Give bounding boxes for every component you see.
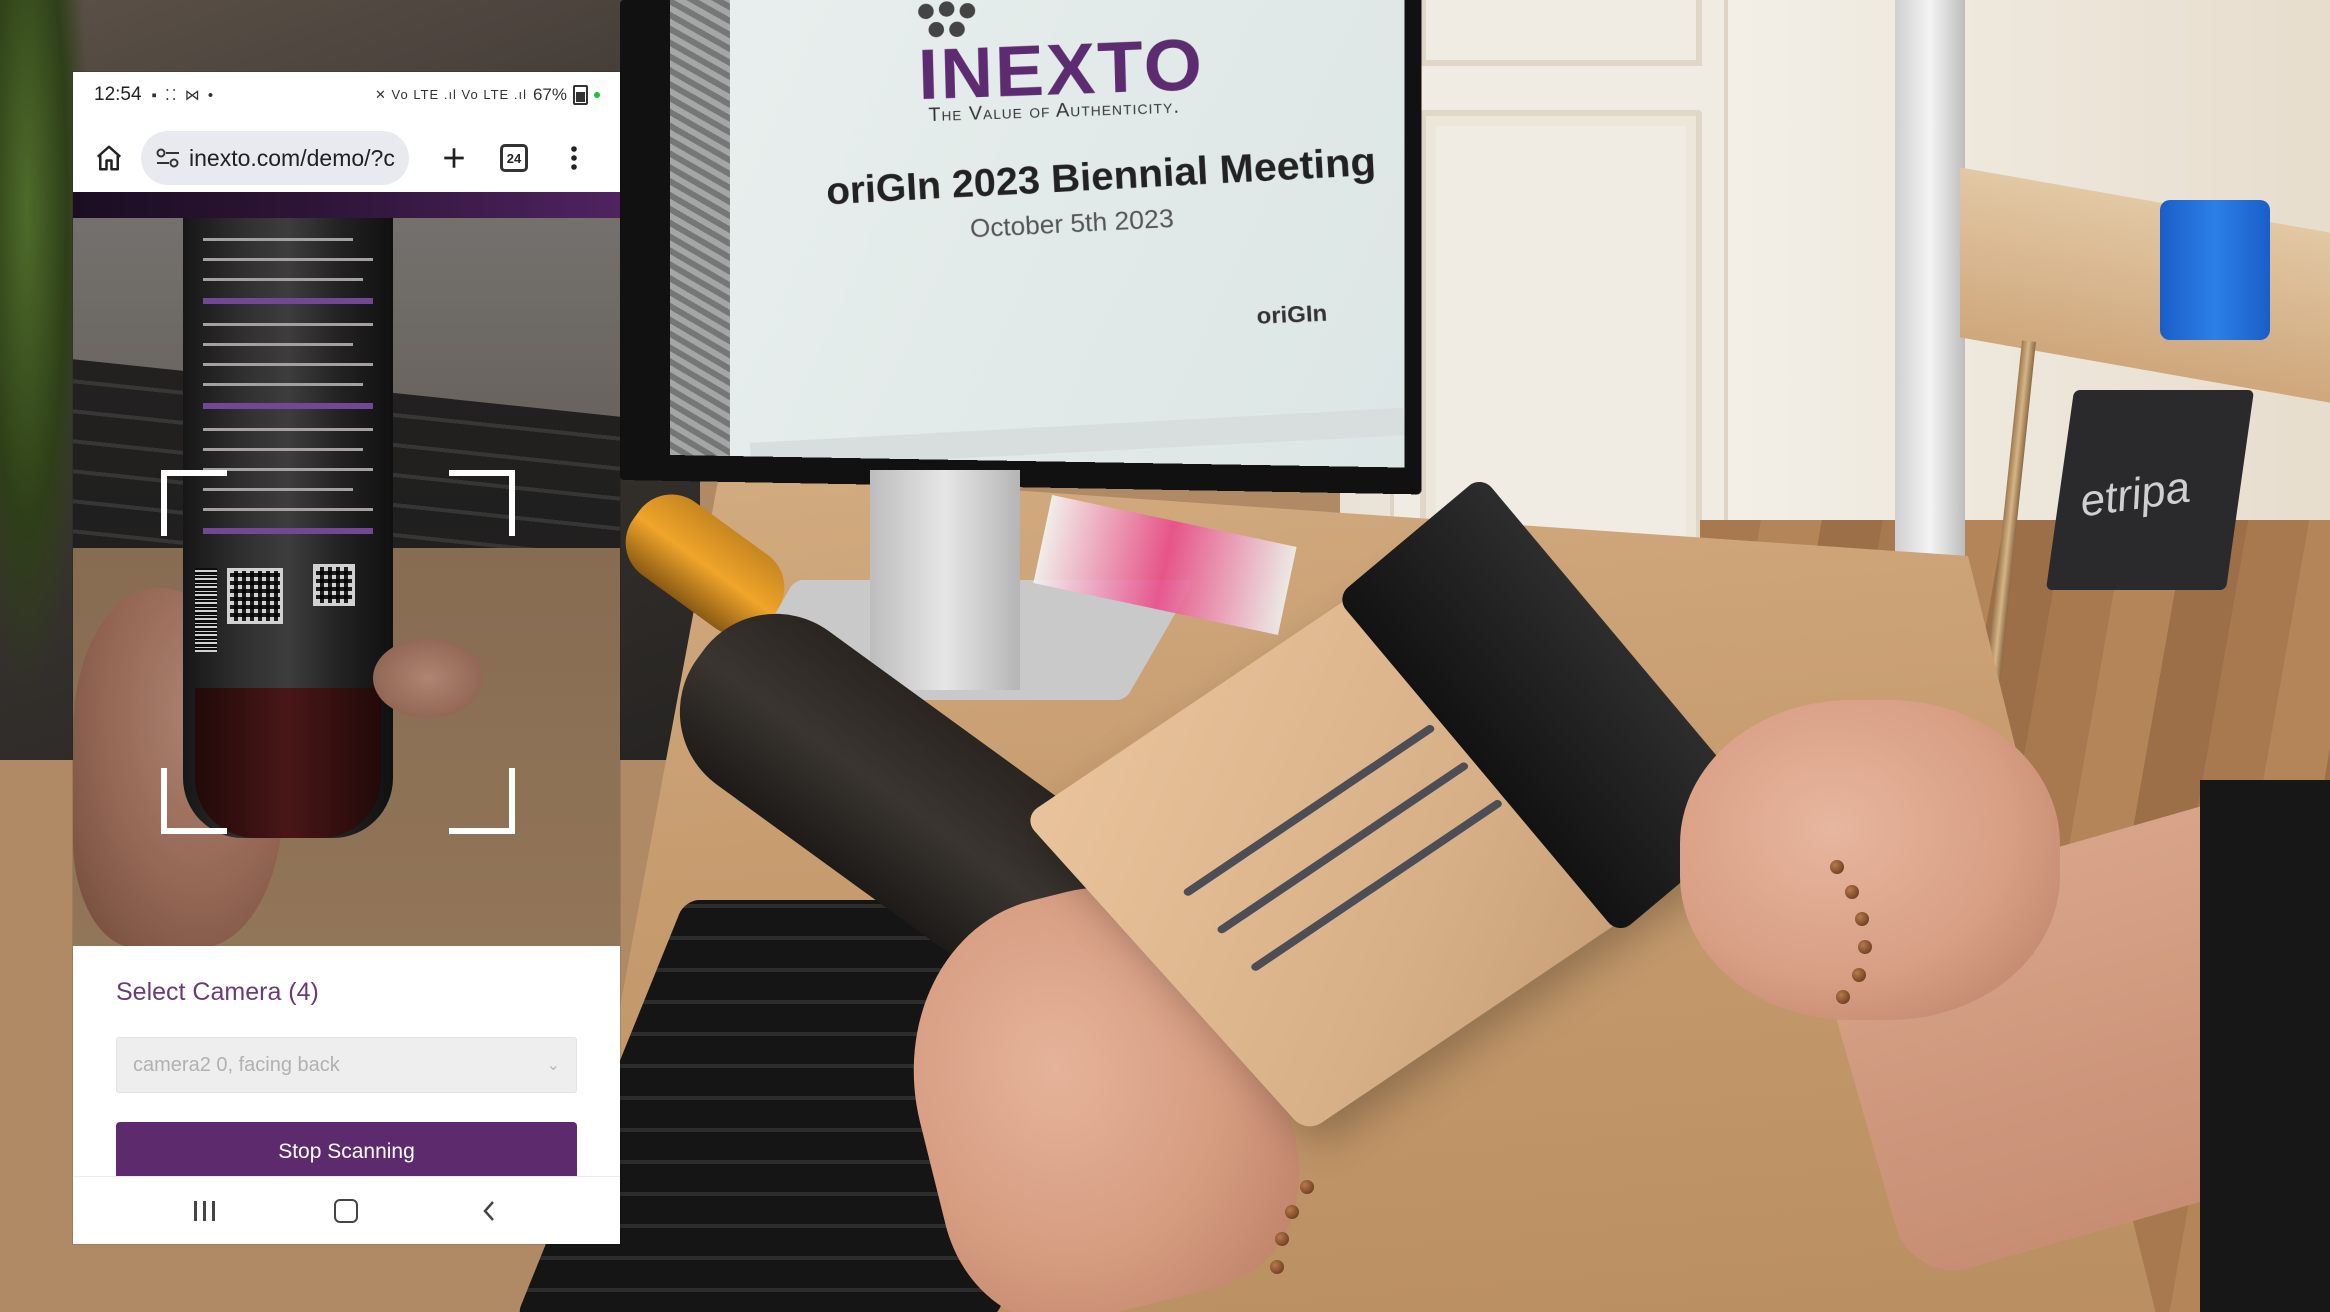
home-button[interactable]	[77, 126, 141, 190]
pencil-cup	[2160, 200, 2270, 340]
camera-select-dropdown[interactable]: camera2 0, facing back ⌄	[116, 1037, 577, 1093]
plus-icon	[441, 145, 467, 171]
recents-icon	[194, 1201, 215, 1221]
scan-frame	[161, 470, 515, 834]
right-hand	[1680, 700, 2060, 1020]
battery-percent: 67%	[533, 85, 567, 105]
door-top-panel	[1420, 0, 1702, 66]
back-button[interactable]	[459, 1183, 519, 1239]
browser-toolbar: inexto.com/demo/?c 24	[73, 122, 620, 194]
browser-menu-button[interactable]	[539, 126, 609, 190]
black-sleeve	[2200, 780, 2330, 1312]
scan-corner-top-right	[449, 470, 515, 536]
url-text: inexto.com/demo/?c	[189, 145, 395, 172]
scan-corner-bottom-left	[161, 768, 227, 834]
address-bar[interactable]: inexto.com/demo/?c	[141, 131, 409, 185]
android-home-button[interactable]	[316, 1183, 376, 1239]
scan-corner-bottom-right	[449, 768, 515, 834]
meeting-title: oriGIn 2023 Biennial Meeting	[825, 140, 1377, 214]
status-time: 12:54	[94, 84, 142, 106]
notification-icons: ▪ ⁚⁚ ⋈ •	[152, 86, 216, 104]
meeting-date: October 5th 2023	[969, 204, 1174, 244]
camera-preview[interactable]	[73, 218, 620, 946]
tab-switcher-button[interactable]: 24	[489, 126, 539, 190]
privacy-indicator-icon	[594, 92, 600, 98]
stop-scanning-button[interactable]: Stop Scanning	[116, 1122, 577, 1182]
battery-icon	[573, 85, 588, 105]
signal-icons: ✕ Vo LTE .ıl Vo LTE .ıl	[375, 87, 527, 103]
monitor-screen: INEXTO The Value of Authenticity. oriGIn…	[670, 0, 1405, 468]
more-vert-icon	[570, 145, 578, 171]
home-icon	[94, 143, 124, 173]
scan-corner-top-left	[161, 470, 227, 536]
home-square-icon	[334, 1199, 358, 1223]
monitor-stand	[870, 470, 1020, 690]
recent-apps-button[interactable]	[174, 1183, 234, 1239]
select-camera-label: Select Camera (4)	[116, 978, 319, 1007]
tab-count: 24	[500, 144, 528, 172]
camera-select-value: camera2 0, facing back	[133, 1054, 340, 1077]
screen-wallpaper	[670, 0, 730, 456]
chevron-down-icon: ⌄	[547, 1055, 560, 1075]
back-chevron-icon	[481, 1199, 497, 1223]
new-tab-button[interactable]	[419, 126, 489, 190]
android-nav-bar	[73, 1176, 620, 1244]
page-header-strip	[73, 192, 620, 218]
status-right: ✕ Vo LTE .ıl Vo LTE .ıl 67%	[375, 85, 600, 105]
phone-screenshot: 12:54 ▪ ⁚⁚ ⋈ • ✕ Vo LTE .ıl Vo LTE .ıl 6…	[73, 72, 620, 1244]
site-settings-icon[interactable]	[155, 147, 181, 169]
status-bar: 12:54 ▪ ⁚⁚ ⋈ • ✕ Vo LTE .ıl Vo LTE .ıl 6…	[73, 72, 620, 118]
origin-logo: oriGIn	[1256, 300, 1328, 330]
